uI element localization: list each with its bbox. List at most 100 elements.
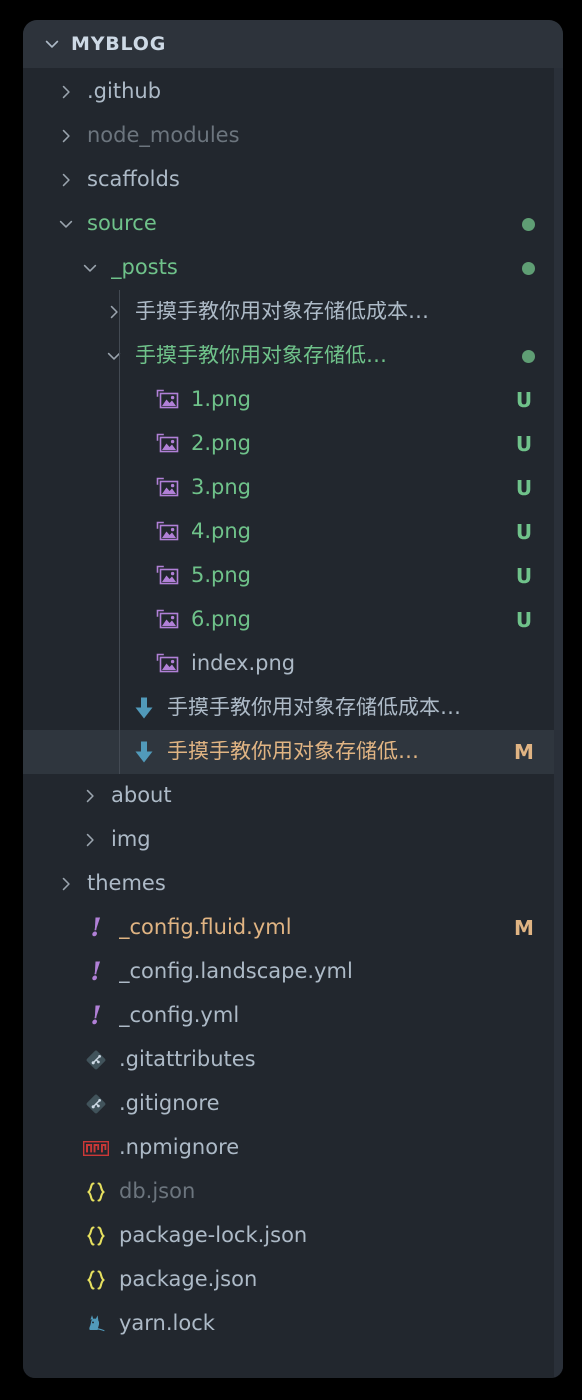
folder-change-dot xyxy=(522,349,535,363)
folder-change-dot xyxy=(522,217,535,231)
chevron-right-icon[interactable] xyxy=(75,831,105,849)
indent-guide-line xyxy=(119,554,120,598)
npm-icon xyxy=(81,1140,111,1156)
git-icon xyxy=(81,1092,111,1116)
explorer-panel: MYBLOG .github node_modules scaffolds sourc… xyxy=(23,20,563,1378)
indent-guide-line xyxy=(119,686,120,730)
tree-row[interactable]: scaffolds xyxy=(23,158,563,202)
tree-row-label: package-lock.json xyxy=(119,1224,308,1247)
chevron-right-icon[interactable] xyxy=(99,303,129,321)
tree-row[interactable]: 5.png U xyxy=(23,554,563,598)
markdown-download-icon xyxy=(129,696,159,720)
image-icon xyxy=(153,433,183,455)
tree-row-label: .github xyxy=(87,80,162,103)
git-status-badge: U xyxy=(515,476,533,500)
tree-row-label: index.png xyxy=(191,652,296,675)
tree-row-label: source xyxy=(87,212,157,235)
tree-row-label: 手摸手教你用对象存储低… xyxy=(167,740,419,763)
tree-row[interactable]: index.png xyxy=(23,642,563,686)
explorer-header-myblog[interactable]: MYBLOG xyxy=(23,20,563,68)
git-status-badge: U xyxy=(515,608,533,632)
tree-row[interactable]: .gitignore xyxy=(23,1082,563,1126)
indent-guide-line xyxy=(119,730,120,774)
chevron-right-icon[interactable] xyxy=(51,127,81,145)
indent-guide-line xyxy=(119,510,120,554)
image-icon xyxy=(153,389,183,411)
file-tree[interactable]: .github node_modules scaffolds source _posts… xyxy=(23,68,563,1378)
tree-row-label: 2.png xyxy=(191,432,252,455)
tree-row[interactable]: db.json xyxy=(23,1170,563,1214)
tree-row[interactable]: package.json xyxy=(23,1258,563,1302)
tree-row[interactable]: 1.png U xyxy=(23,378,563,422)
vertical-scrollbar[interactable] xyxy=(554,68,563,1378)
tree-row[interactable]: 2.png U xyxy=(23,422,563,466)
tree-row[interactable]: package-lock.json xyxy=(23,1214,563,1258)
chevron-right-icon[interactable] xyxy=(75,787,105,805)
git-status-badge: M xyxy=(514,740,534,764)
indent-guide-line xyxy=(119,598,120,642)
folder-change-dot xyxy=(522,261,535,275)
tree-row[interactable]: themes xyxy=(23,862,563,906)
json-icon xyxy=(81,1180,111,1204)
tree-row-label: 5.png xyxy=(191,564,252,587)
chevron-right-icon[interactable] xyxy=(51,83,81,101)
tree-row[interactable]: 手摸手教你用对象存储低… xyxy=(23,334,563,378)
chevron-right-icon[interactable] xyxy=(51,171,81,189)
indent-guide-line xyxy=(119,466,120,510)
image-icon xyxy=(153,609,183,631)
yaml-icon: ! xyxy=(81,1003,111,1029)
tree-row-label: _config.landscape.yml xyxy=(119,960,353,983)
tree-row-label: _config.fluid.yml xyxy=(119,916,292,939)
image-icon xyxy=(153,653,183,675)
chevron-down-icon[interactable] xyxy=(51,215,81,233)
tree-row[interactable]: ! _config.yml xyxy=(23,994,563,1038)
git-status-badge: U xyxy=(515,564,533,588)
tree-row[interactable]: _posts xyxy=(23,246,563,290)
chevron-down-icon[interactable] xyxy=(99,347,129,365)
tree-row-label: db.json xyxy=(119,1180,196,1203)
page-title: MYBLOG xyxy=(71,33,167,55)
svg-text:!: ! xyxy=(91,915,102,941)
tree-row[interactable]: about xyxy=(23,774,563,818)
tree-row-label: img xyxy=(111,828,151,851)
tree-row[interactable]: .npmignore xyxy=(23,1126,563,1170)
tree-row[interactable]: 3.png U xyxy=(23,466,563,510)
device-frame: MYBLOG .github node_modules scaffolds sourc… xyxy=(0,0,582,1400)
image-icon xyxy=(153,521,183,543)
tree-row[interactable]: ! _config.fluid.yml M xyxy=(23,906,563,950)
tree-row-label: package.json xyxy=(119,1268,258,1291)
tree-row-label: 手摸手教你用对象存储低成本… xyxy=(135,300,429,323)
tree-row[interactable]: .github xyxy=(23,70,563,114)
tree-row[interactable]: 手摸手教你用对象存储低… M xyxy=(23,730,563,774)
tree-row[interactable]: 6.png U xyxy=(23,598,563,642)
tree-row[interactable]: 4.png U xyxy=(23,510,563,554)
tree-row[interactable]: img xyxy=(23,818,563,862)
image-icon xyxy=(153,565,183,587)
git-status-badge: M xyxy=(514,916,534,940)
svg-text:!: ! xyxy=(91,959,102,985)
tree-row[interactable]: 手摸手教你用对象存储低成本… xyxy=(23,686,563,730)
git-icon xyxy=(81,1048,111,1072)
tree-row[interactable]: node_modules xyxy=(23,114,563,158)
git-status-badge: U xyxy=(515,520,533,544)
tree-row-label: yarn.lock xyxy=(119,1312,215,1335)
json-icon xyxy=(81,1268,111,1292)
chevron-down-icon[interactable] xyxy=(75,259,105,277)
json-icon xyxy=(81,1224,111,1248)
chevron-down-icon[interactable] xyxy=(39,31,65,57)
tree-row[interactable]: .gitattributes xyxy=(23,1038,563,1082)
tree-row[interactable]: yarn.lock xyxy=(23,1302,563,1346)
chevron-right-icon[interactable] xyxy=(51,875,81,893)
yarn-icon xyxy=(81,1312,111,1336)
tree-row-label: .npmignore xyxy=(119,1136,240,1159)
tree-row[interactable]: source xyxy=(23,202,563,246)
tree-row-label: node_modules xyxy=(87,124,240,147)
image-icon xyxy=(153,477,183,499)
tree-row-label: 3.png xyxy=(191,476,252,499)
tree-row-label: 手摸手教你用对象存储低成本… xyxy=(167,696,461,719)
tree-row[interactable]: 手摸手教你用对象存储低成本… xyxy=(23,290,563,334)
tree-row-label: scaffolds xyxy=(87,168,180,191)
yaml-icon: ! xyxy=(81,959,111,985)
tree-row[interactable]: ! _config.landscape.yml xyxy=(23,950,563,994)
tree-row-label: 手摸手教你用对象存储低… xyxy=(135,344,387,367)
